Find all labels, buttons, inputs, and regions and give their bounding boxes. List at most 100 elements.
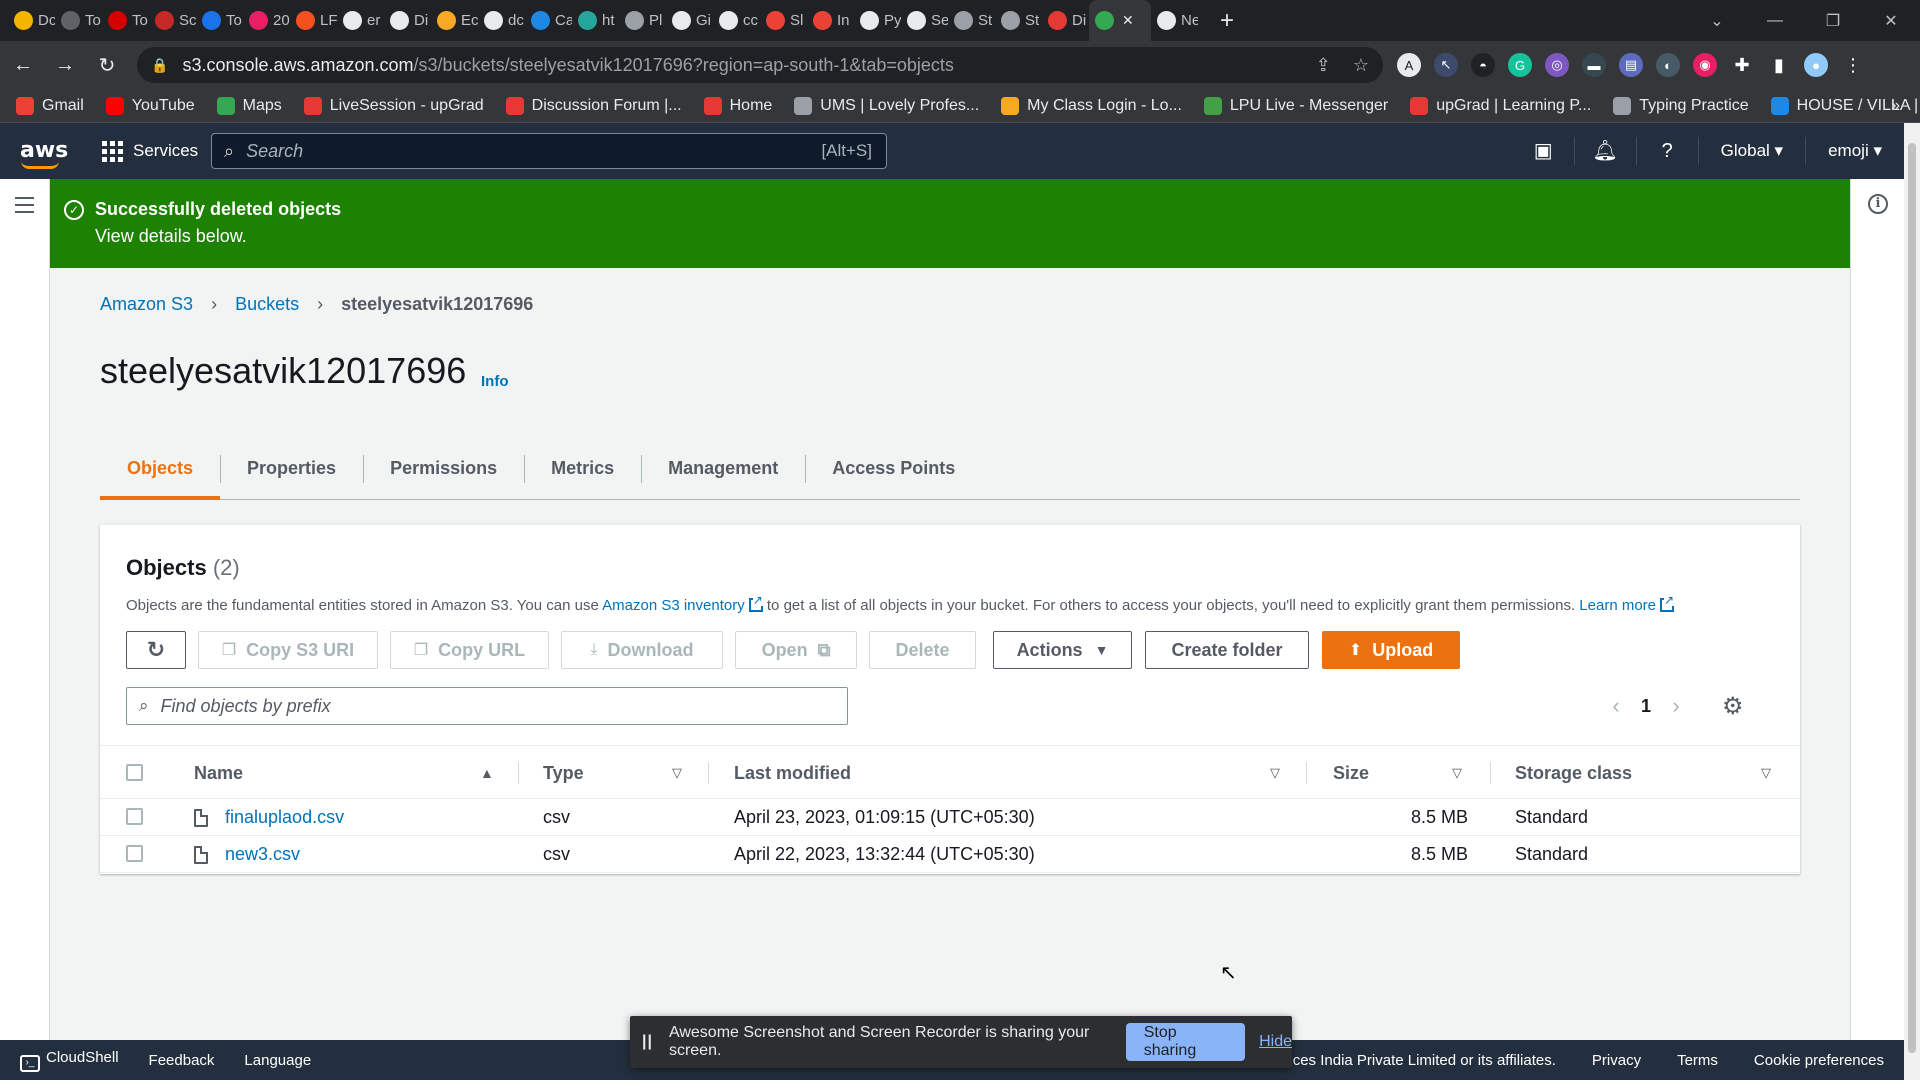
avatar[interactable]: ● <box>1804 53 1828 77</box>
upload-button[interactable]: ⬆ Upload <box>1322 631 1460 669</box>
browser-tab[interactable]: Gi <box>666 0 713 41</box>
open-button[interactable]: Open ⧉ <box>735 631 857 669</box>
browser-tab[interactable]: ✕ <box>1089 0 1151 41</box>
browser-tab[interactable]: Ne <box>1151 0 1198 41</box>
forward-icon[interactable]: → <box>46 46 84 84</box>
browser-tab[interactable]: In <box>807 0 854 41</box>
column-storage-class[interactable]: Storage class <box>1515 746 1632 800</box>
breadcrumb-amazon-s3[interactable]: Amazon S3 <box>100 294 193 315</box>
drag-handle-icon[interactable]: || <box>642 1033 653 1051</box>
profile-a-icon[interactable]: A <box>1397 53 1421 77</box>
browser-tab[interactable]: Di <box>384 0 431 41</box>
browser-tab[interactable]: St <box>948 0 995 41</box>
browser-tab[interactable]: cc <box>713 0 760 41</box>
bookmark-item[interactable]: Discussion Forum |... <box>505 96 682 115</box>
browser-tab[interactable]: LF <box>290 0 337 41</box>
browser-tab[interactable]: To <box>55 0 102 41</box>
refresh-button[interactable]: ↻ <box>126 631 186 669</box>
copy-url-button[interactable]: ❐ Copy URL <box>390 631 549 669</box>
browser-tab[interactable]: Ec <box>431 0 478 41</box>
hamburger-menu-icon[interactable] <box>15 197 34 218</box>
browser-tab[interactable]: dc <box>478 0 525 41</box>
reload-icon[interactable]: ↻ <box>88 46 126 84</box>
language-link[interactable]: Language <box>244 1052 311 1069</box>
browser-tab[interactable]: Pl <box>619 0 666 41</box>
column-last-modified[interactable]: Last modified <box>734 746 851 800</box>
browser-tab[interactable]: Ca <box>525 0 572 41</box>
browser-tab[interactable]: Py <box>854 0 901 41</box>
bookmark-item[interactable]: UMS | Lovely Profes... <box>794 96 979 115</box>
cookie-preferences-link[interactable]: Cookie preferences <box>1754 1052 1884 1069</box>
extensions-puzzle-icon[interactable]: ✚ <box>1730 53 1754 77</box>
tab-management[interactable]: Management <box>641 438 805 499</box>
find-objects-input[interactable]: ⌕ Find objects by prefix <box>126 687 848 725</box>
object-name-link[interactable]: finaluplaod.csv <box>225 807 344 828</box>
help-icon[interactable]: ? <box>1637 137 1699 165</box>
browser-tab[interactable]: 20 <box>243 0 290 41</box>
browser-tab[interactable]: Dc <box>8 0 55 41</box>
new-tab-icon[interactable]: + <box>1212 7 1242 35</box>
bookmark-item[interactable]: YouTube <box>105 96 195 115</box>
bookmark-item[interactable]: Typing Practice <box>1613 96 1749 115</box>
bookmark-item[interactable]: Home <box>703 96 772 115</box>
tab-objects[interactable]: Objects <box>100 438 221 500</box>
stop-sharing-button[interactable]: Stop sharing <box>1125 1023 1246 1061</box>
breadcrumb-buckets[interactable]: Buckets <box>235 294 299 315</box>
bookmark-item[interactable]: My Class Login - Lo... <box>1001 96 1182 115</box>
minimize-icon[interactable]: — <box>1746 12 1804 30</box>
extension-purple-icon[interactable]: ◎ <box>1545 53 1569 77</box>
page-scrollbar[interactable] <box>1904 123 1920 1080</box>
notifications-bell-icon[interactable]: 🔔︎ <box>1575 137 1637 165</box>
select-all-checkbox[interactable] <box>126 764 143 781</box>
sort-ascending-icon[interactable]: ▲ <box>480 746 494 800</box>
close-tab-icon[interactable]: ✕ <box>1122 12 1134 29</box>
info-link[interactable]: Info <box>481 373 509 390</box>
side-panel-icon[interactable]: ▮ <box>1767 53 1791 77</box>
address-bar[interactable]: 🔒 s3.console.aws.amazon.com/s3/buckets/s… <box>137 47 1383 83</box>
browser-tab[interactable]: Sc <box>149 0 196 41</box>
share-icon[interactable]: ⇪ <box>1316 55 1331 76</box>
column-type[interactable]: Type <box>543 746 584 800</box>
aws-logo[interactable]: aws <box>20 140 68 169</box>
region-dropdown[interactable]: Global ▾ <box>1699 137 1807 165</box>
gear-icon[interactable]: ⚙ <box>1722 692 1744 721</box>
hide-button[interactable]: Hide <box>1259 1033 1292 1051</box>
bookmarks-overflow-icon[interactable]: » <box>1891 97 1900 115</box>
close-window-icon[interactable]: ✕ <box>1862 11 1920 31</box>
info-panel-icon[interactable]: i <box>1868 194 1888 214</box>
row-checkbox[interactable] <box>126 845 143 862</box>
table-row[interactable]: finaluplaod.csv csv April 23, 2023, 01:09:… <box>100 799 1800 836</box>
row-checkbox[interactable] <box>126 808 143 825</box>
back-icon[interactable]: ← <box>4 46 42 84</box>
bookmark-item[interactable]: Maps <box>216 96 282 115</box>
browser-tab[interactable]: St <box>995 0 1042 41</box>
sort-icon[interactable]: ▽ <box>1761 746 1771 800</box>
tab-access-points[interactable]: Access Points <box>805 438 982 499</box>
bookmark-star-icon[interactable]: ☆ <box>1353 55 1369 76</box>
browser-tab[interactable]: Di <box>1042 0 1089 41</box>
column-size[interactable]: Size <box>1333 746 1369 800</box>
next-page-icon[interactable]: › <box>1658 693 1694 719</box>
browser-tab[interactable]: To <box>196 0 243 41</box>
bookmark-item[interactable]: Gmail <box>16 96 84 115</box>
maximize-icon[interactable]: ❐ <box>1804 11 1862 31</box>
menu-kebab-icon[interactable]: ⋮ <box>1841 53 1865 77</box>
bookmark-item[interactable]: LiveSession - upGrad <box>303 96 484 115</box>
lock-icon[interactable]: 🔒 <box>151 57 168 74</box>
privacy-link[interactable]: Privacy <box>1592 1052 1641 1069</box>
extension-bulb-icon[interactable]: ◐ <box>1656 53 1680 77</box>
tab-permissions[interactable]: Permissions <box>363 438 524 499</box>
learn-more-link[interactable]: Learn more <box>1579 597 1656 614</box>
sort-icon[interactable]: ▽ <box>1452 746 1462 800</box>
browser-tab[interactable]: Sl <box>760 0 807 41</box>
screen-recorder-icon[interactable]: ◉ <box>1693 53 1717 77</box>
table-row[interactable]: new3.csv csv April 22, 2023, 13:32:44 (UTC… <box>100 836 1800 873</box>
create-folder-button[interactable]: Create folder <box>1145 631 1309 669</box>
extension-glasses-icon[interactable]: ◓ <box>1471 53 1495 77</box>
actions-dropdown[interactable]: Actions ▼ <box>993 631 1132 669</box>
bookmark-item[interactable]: LPU Live - Messenger <box>1203 96 1388 115</box>
extension-cursor-icon[interactable]: ↖ <box>1434 53 1458 77</box>
browser-tab[interactable]: er <box>337 0 384 41</box>
grammarly-icon[interactable]: G <box>1508 53 1532 77</box>
delete-button[interactable]: Delete <box>869 631 976 669</box>
